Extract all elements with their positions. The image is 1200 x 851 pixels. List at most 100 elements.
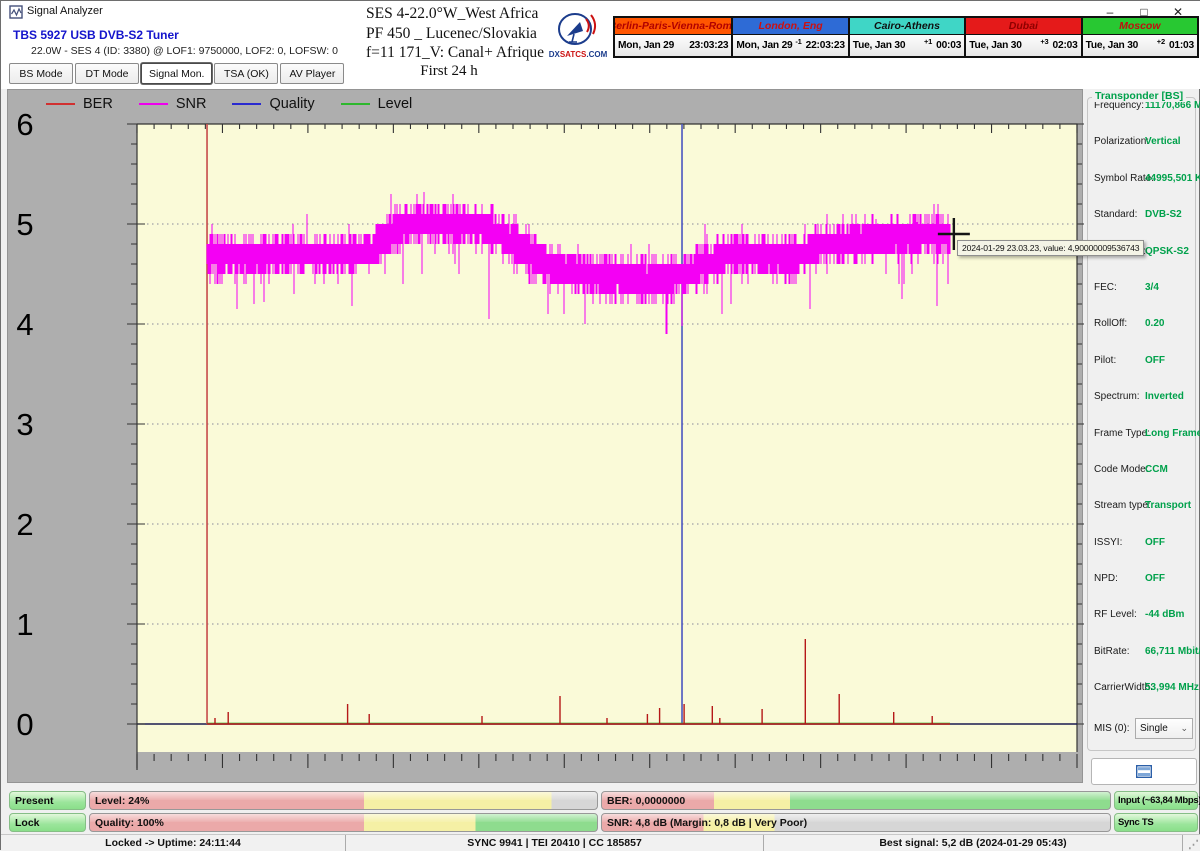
tab-signal-mon-[interactable]: Signal Mon. — [141, 63, 212, 84]
legend-item-level: Level — [341, 96, 413, 112]
satellite-line1: SES 4-22.0°W_West Africa — [366, 4, 544, 24]
transponder-row: Spectrum:Inverted — [1088, 388, 1195, 424]
transponder-param-value: 0.20 — [1145, 318, 1164, 329]
clock-london-eng: London, EngMon, Jan 29-122:03:23 — [731, 18, 847, 56]
transponder-param-value: Long Frame — [1145, 428, 1200, 439]
clock-utc-offset: +1 — [924, 37, 935, 46]
transponder-param-value: OFF — [1145, 573, 1165, 584]
meter-bar-label: SNR: 4,8 dB (Margin: 0,8 dB | Very Poor) — [607, 817, 807, 829]
meter-bar-label: Quality: 100% — [95, 817, 164, 829]
legend-label: SNR — [176, 96, 207, 112]
clock-utc-offset: +2 — [1157, 37, 1168, 46]
tab-tsa-ok-[interactable]: TSA (OK) — [214, 63, 278, 84]
clock-dubai: DubaiTue, Jan 30+302:03 — [964, 18, 1080, 56]
tuner-name: TBS 5927 USB DVB-S2 Tuner — [13, 28, 179, 42]
clock-moscow: MoscowTue, Jan 30+201:03 — [1081, 18, 1197, 56]
clock-city-label: Berlin-Paris-Vienna-Roma — [615, 18, 731, 35]
satellite-dish-icon: DXSATCS.COM — [548, 10, 610, 60]
y-axis-label: 0 — [16, 707, 33, 742]
status-sync: SYNC 9941 | TEI 20410 | CC 185857 — [346, 835, 763, 851]
clock-date: Tue, Jan 30 — [969, 40, 1022, 51]
transponder-param-label: Standard: — [1094, 209, 1137, 220]
transponder-row: RollOff:0.20 — [1088, 315, 1195, 351]
meter-bar: Level: 24% — [89, 791, 598, 810]
legend-item-quality: Quality — [232, 96, 314, 112]
logo-text-satcs: SATCS — [560, 50, 587, 59]
transponder-param-label: Frame Type: — [1094, 428, 1150, 439]
clock-date: Tue, Jan 30 — [853, 40, 906, 51]
transponder-param-label: Pilot: — [1094, 355, 1116, 366]
transponder-row: Frame Type:Long Frame — [1088, 425, 1195, 461]
mis-label: MIS (0): — [1094, 723, 1130, 734]
transponder-param-value: OFF — [1145, 537, 1165, 548]
transponder-param-value: 53,994 MHz — [1145, 682, 1199, 693]
transponder-param-value: Vertical — [1145, 136, 1181, 147]
transponder-row: Stream type:Transport — [1088, 497, 1195, 533]
meter-bar-label: Level: 24% — [95, 795, 149, 807]
transponder-row: ISSYI: OFF — [1088, 534, 1195, 570]
transponder-param-value: Transport — [1145, 500, 1191, 511]
legend-item-snr: SNR — [139, 96, 207, 112]
legend-item-ber: BER — [46, 96, 113, 112]
signal-chart[interactable]: 0123456 — [8, 90, 1084, 784]
clock-cairo-athens: Cairo-AthensTue, Jan 30+100:03 — [848, 18, 964, 56]
resize-grip[interactable]: ⋰ — [1183, 835, 1200, 851]
status-badge-present: Present — [9, 791, 86, 810]
y-axis-label: 1 — [16, 607, 33, 642]
legend-label: BER — [83, 96, 113, 112]
tab-bs-mode[interactable]: BS Mode — [9, 63, 73, 84]
transponder-row: Pilot:OFF — [1088, 352, 1195, 388]
transponder-param-value: 66,711 Mbit/s — [1145, 646, 1200, 657]
transponder-row: Standard: DVB-S2 — [1088, 206, 1195, 242]
y-axis-label: 3 — [16, 407, 33, 442]
clock-time: Tue, Jan 30+201:03 — [1083, 35, 1197, 56]
transponder-param-label: ISSYI: — [1094, 537, 1122, 548]
mis-select[interactable]: Single ⌄ — [1135, 718, 1193, 739]
transponder-param-value: DVB-S2 — [1145, 209, 1182, 220]
meter-bar: Quality: 100% — [89, 813, 598, 832]
clock-date: Mon, Jan 29 — [736, 40, 792, 51]
clock-utc-offset: -1 — [795, 37, 804, 46]
transponder-row: Code Mode:CCM — [1088, 461, 1195, 497]
transponder-param-label: NPD: — [1094, 573, 1118, 584]
y-axis-label: 4 — [16, 307, 33, 342]
legend-line-swatch — [139, 103, 168, 106]
clock-berlin-paris-vienna-roma: Berlin-Paris-Vienna-Roma Mon, Jan 29 23:03… — [615, 18, 731, 56]
clock-value: 22:03:23 — [806, 40, 845, 51]
clock-time: Tue, Jan 30+100:03 — [850, 35, 964, 56]
tab-dt-mode[interactable]: DT Mode — [75, 63, 139, 84]
transponder-row: FEC:3/4 — [1088, 279, 1195, 315]
logo-text-com: .COM — [586, 50, 607, 59]
transponder-row: BitRate:66,711 Mbit/s — [1088, 643, 1195, 679]
chart-subtitle: First 24 h — [399, 63, 499, 80]
clock-date: Mon, Jan 29 — [618, 40, 674, 51]
y-axis-label: 6 — [16, 107, 33, 142]
legend-line-swatch — [46, 103, 75, 106]
transponder-param-value: 44995,501 KS/s — [1145, 173, 1200, 184]
transponder-param-value: QPSK-S2 — [1145, 246, 1189, 257]
transponder-param-value: -44 dBm — [1145, 609, 1184, 620]
stream-list-button[interactable] — [1091, 758, 1197, 785]
app-icon — [9, 5, 23, 19]
tab-av-player[interactable]: AV Player — [280, 63, 344, 84]
transponder-row: Symbol Rate:44995,501 KS/s — [1088, 170, 1195, 206]
transponder-param-label: Stream type: — [1094, 500, 1151, 511]
meter-bar: BER: 0,0000000 — [601, 791, 1111, 810]
signal-analyzer-window: { "window":{ "title":"Signal Analyzer", … — [0, 0, 1200, 850]
world-clocks: Berlin-Paris-Vienna-Roma Mon, Jan 29 23:03… — [613, 16, 1199, 58]
clock-time: Tue, Jan 30+302:03 — [966, 35, 1080, 56]
meter-bar: SNR: 4,8 dB (Margin: 0,8 dB | Very Poor) — [601, 813, 1111, 832]
satellite-line3: f=11 171_V: Canal+ Afrique — [366, 43, 544, 63]
transponder-row: Polarization:Vertical — [1088, 133, 1195, 169]
clock-value: 23:03:23 — [689, 40, 728, 51]
signal-chart-panel: 0123456 BERSNRQualityLevel — [7, 89, 1083, 783]
satellite-line2: PF 450 _ Lucenec/Slovakia — [366, 24, 544, 44]
transponder-row: RF Level:-44 dBm — [1088, 606, 1195, 642]
transponder-param-label: FEC: — [1094, 282, 1117, 293]
mis-selected-value: Single — [1140, 723, 1168, 734]
transponder-param-label: Spectrum: — [1094, 391, 1140, 402]
dxsatcs-logo: DXSATCS.COM — [548, 10, 610, 60]
clock-time: Mon, Jan 29-122:03:23 — [733, 35, 847, 56]
transponder-rows: Frequency:11170,866 MHzPolarization:Vert… — [1088, 97, 1195, 716]
clock-city-label: Moscow — [1083, 18, 1197, 35]
